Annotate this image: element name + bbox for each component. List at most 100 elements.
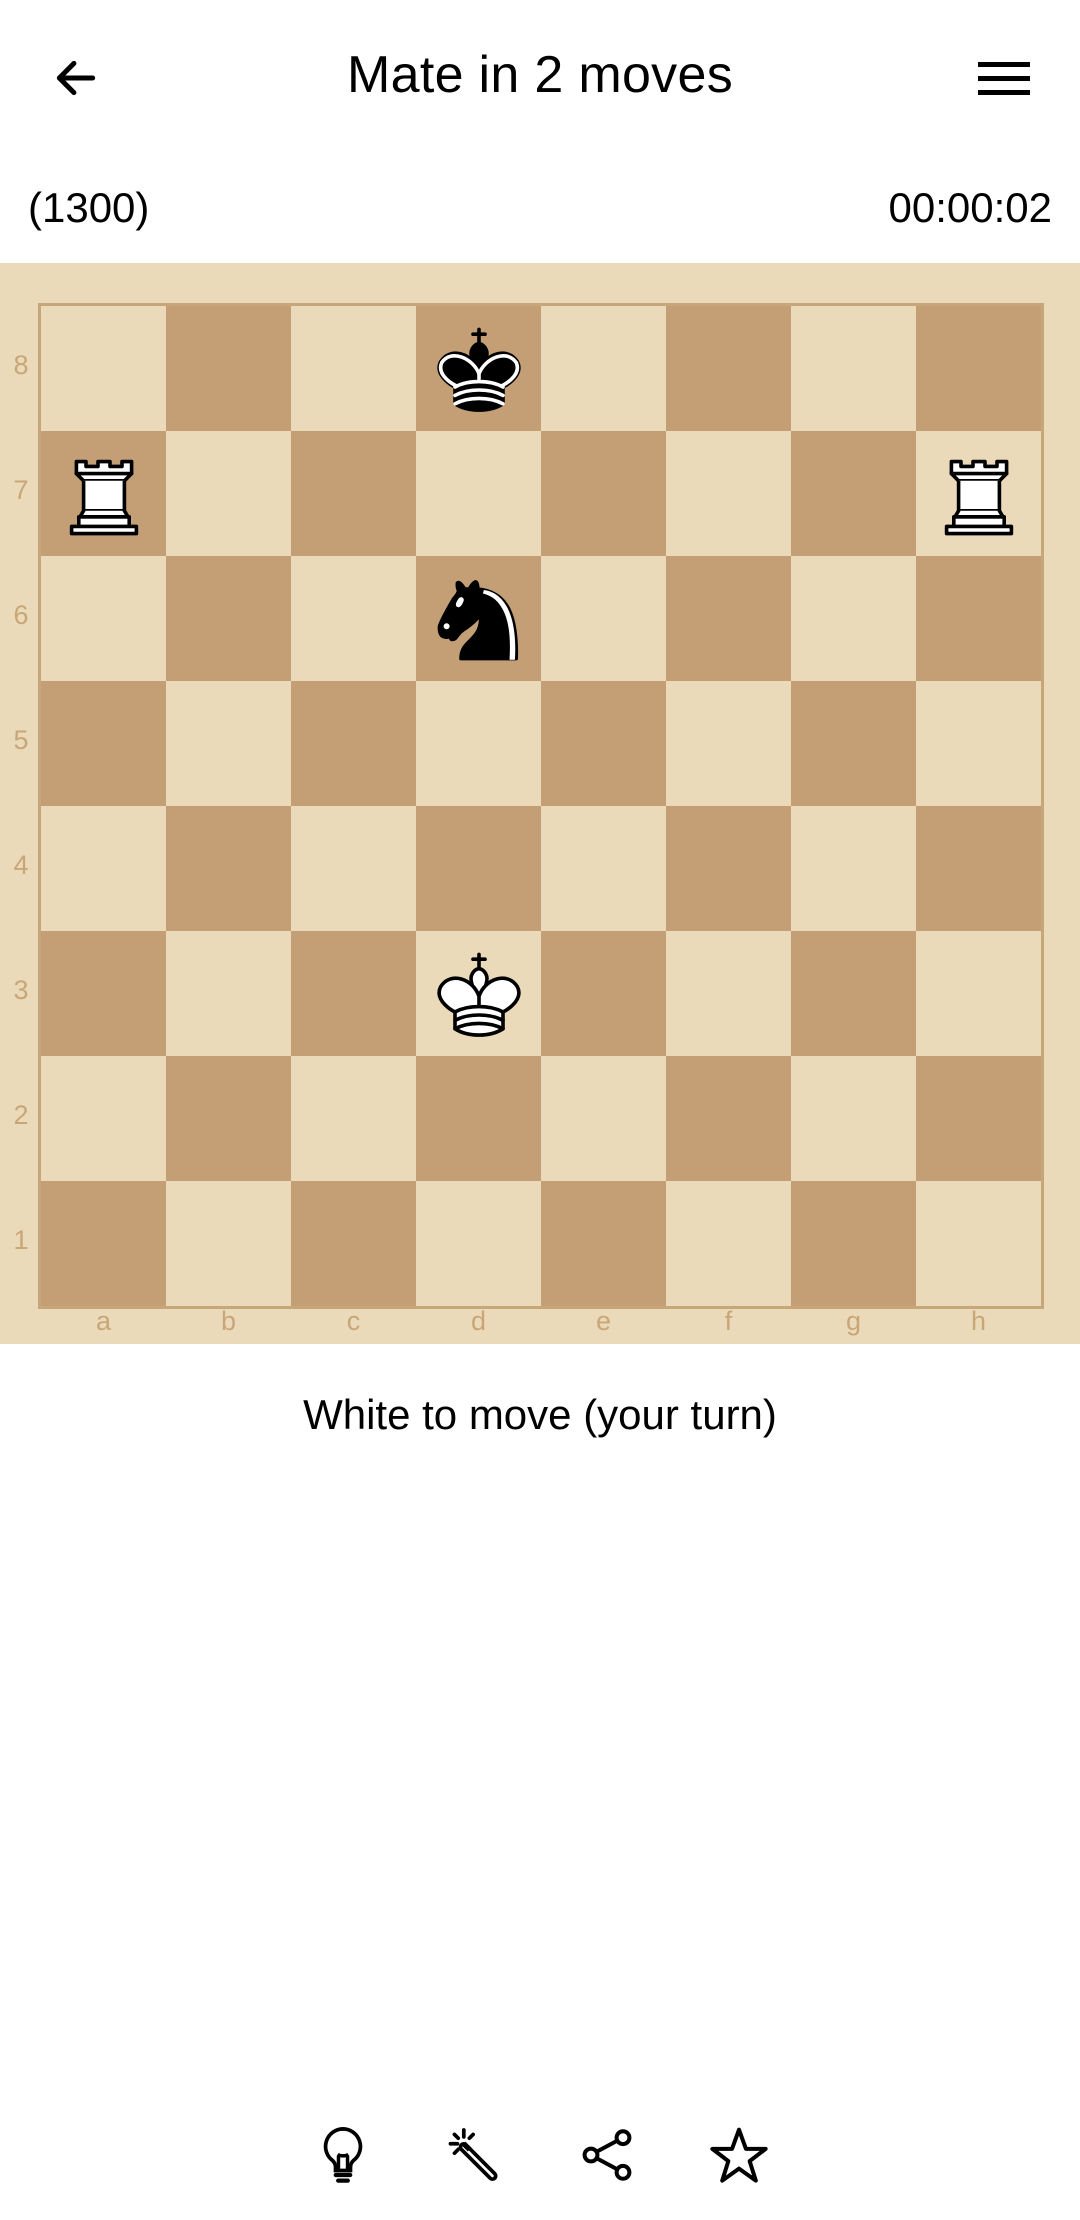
square-g1[interactable] — [791, 1181, 916, 1306]
square-h4[interactable] — [916, 806, 1041, 931]
square-f5[interactable] — [666, 681, 791, 806]
favorite-button[interactable] — [694, 2110, 784, 2200]
square-d4[interactable] — [416, 806, 541, 931]
square-a7[interactable] — [41, 431, 166, 556]
square-g8[interactable] — [791, 306, 916, 431]
white-rook-icon[interactable] — [50, 440, 158, 548]
square-c4[interactable] — [291, 806, 416, 931]
white-king-icon[interactable] — [425, 940, 533, 1048]
rank-label: 4 — [13, 850, 29, 880]
file-label: d — [470, 1306, 487, 1336]
file-label: b — [220, 1306, 237, 1336]
square-d7[interactable] — [416, 431, 541, 556]
square-h2[interactable] — [916, 1056, 1041, 1181]
black-knight-icon[interactable] — [425, 565, 533, 673]
rank-label: 2 — [13, 1100, 29, 1130]
square-a4[interactable] — [41, 806, 166, 931]
file-label: f — [724, 1306, 733, 1336]
square-e3[interactable] — [541, 931, 666, 1056]
square-e2[interactable] — [541, 1056, 666, 1181]
square-a6[interactable] — [41, 556, 166, 681]
square-b7[interactable] — [166, 431, 291, 556]
square-e6[interactable] — [541, 556, 666, 681]
square-d2[interactable] — [416, 1056, 541, 1181]
square-c2[interactable] — [291, 1056, 416, 1181]
square-g6[interactable] — [791, 556, 916, 681]
square-g2[interactable] — [791, 1056, 916, 1181]
square-d1[interactable] — [416, 1181, 541, 1306]
white-rook-icon[interactable] — [925, 440, 1033, 548]
rank-label: 3 — [13, 975, 29, 1005]
menu-button[interactable] — [968, 42, 1040, 114]
square-a5[interactable] — [41, 681, 166, 806]
black-king-icon[interactable] — [425, 315, 533, 423]
square-g7[interactable] — [791, 431, 916, 556]
square-b3[interactable] — [166, 931, 291, 1056]
square-f2[interactable] — [666, 1056, 791, 1181]
square-f8[interactable] — [666, 306, 791, 431]
square-h3[interactable] — [916, 931, 1041, 1056]
square-b6[interactable] — [166, 556, 291, 681]
square-e8[interactable] — [541, 306, 666, 431]
square-e4[interactable] — [541, 806, 666, 931]
rank-label: 5 — [13, 725, 29, 755]
square-f4[interactable] — [666, 806, 791, 931]
square-g4[interactable] — [791, 806, 916, 931]
rank-label: 7 — [13, 475, 29, 505]
square-a2[interactable] — [41, 1056, 166, 1181]
puzzle-info-row: (1300) 00:00:02 — [0, 178, 1080, 238]
square-h5[interactable] — [916, 681, 1041, 806]
square-a8[interactable] — [41, 306, 166, 431]
square-b8[interactable] — [166, 306, 291, 431]
rank-label: 8 — [13, 350, 29, 380]
square-d3[interactable] — [416, 931, 541, 1056]
square-b2[interactable] — [166, 1056, 291, 1181]
square-f6[interactable] — [666, 556, 791, 681]
square-a3[interactable] — [41, 931, 166, 1056]
square-d8[interactable] — [416, 306, 541, 431]
square-f7[interactable] — [666, 431, 791, 556]
puzzle-timer: 00:00:02 — [888, 184, 1053, 231]
square-d5[interactable] — [416, 681, 541, 806]
file-label: a — [95, 1306, 112, 1336]
square-e7[interactable] — [541, 431, 666, 556]
rank-label: 1 — [13, 1225, 29, 1255]
square-f1[interactable] — [666, 1181, 791, 1306]
square-b5[interactable] — [166, 681, 291, 806]
hint-button[interactable] — [298, 2110, 388, 2200]
share-button[interactable] — [562, 2110, 652, 2200]
square-c1[interactable] — [291, 1181, 416, 1306]
page-title: Mate in 2 moves — [347, 46, 733, 104]
square-c6[interactable] — [291, 556, 416, 681]
square-d6[interactable] — [416, 556, 541, 681]
square-c7[interactable] — [291, 431, 416, 556]
star-outline-icon — [710, 2127, 768, 2183]
file-label: e — [595, 1306, 612, 1336]
magic-wand-icon — [448, 2128, 498, 2181]
square-h6[interactable] — [916, 556, 1041, 681]
app-bar: Mate in 2 moves — [0, 0, 1080, 150]
square-g5[interactable] — [791, 681, 916, 806]
square-e1[interactable] — [541, 1181, 666, 1306]
square-c5[interactable] — [291, 681, 416, 806]
square-g3[interactable] — [791, 931, 916, 1056]
file-label: c — [346, 1306, 361, 1336]
square-h1[interactable] — [916, 1181, 1041, 1306]
square-b1[interactable] — [166, 1181, 291, 1306]
square-f3[interactable] — [666, 931, 791, 1056]
chess-board — [38, 303, 1044, 1309]
square-h8[interactable] — [916, 306, 1041, 431]
square-e5[interactable] — [541, 681, 666, 806]
rank-label: 6 — [13, 600, 29, 630]
lightbulb-icon — [323, 2126, 363, 2183]
share-icon — [582, 2129, 632, 2181]
square-b4[interactable] — [166, 806, 291, 931]
file-label: g — [845, 1306, 862, 1336]
turn-status: White to move (your turn) — [303, 1391, 777, 1438]
puzzle-rating: (1300) — [28, 184, 150, 231]
square-a1[interactable] — [41, 1181, 166, 1306]
square-c3[interactable] — [291, 931, 416, 1056]
square-c8[interactable] — [291, 306, 416, 431]
magic-wand-button[interactable] — [430, 2110, 520, 2200]
square-h7[interactable] — [916, 431, 1041, 556]
